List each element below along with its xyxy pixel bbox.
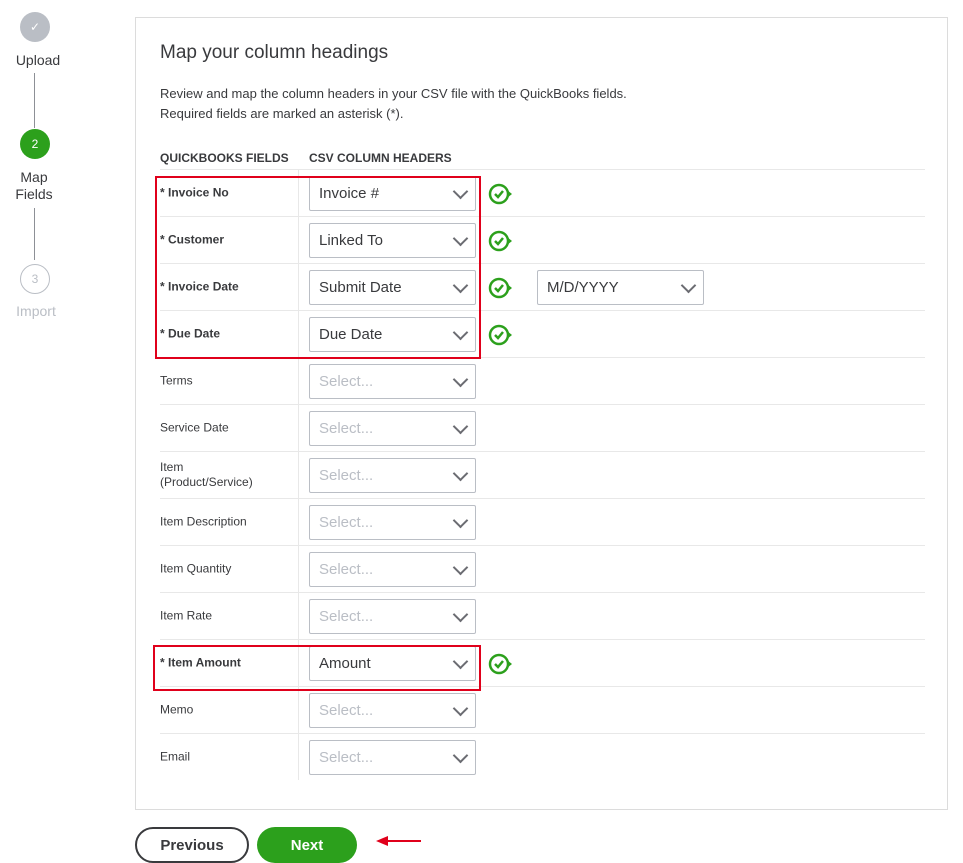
date-format-select[interactable]: M/D/YYYY <box>537 270 704 305</box>
item-amount-highlight <box>153 645 481 691</box>
description-line1: Review and map the column headers in you… <box>160 86 627 101</box>
mapping-row: Item Description Select... <box>160 498 925 545</box>
step-1-complete-icon: ✓ <box>20 12 50 42</box>
progress-stepper: ✓ Upload 2 Map Fields 3 Import <box>0 0 76 330</box>
mapped-check-icon <box>488 230 512 252</box>
chevron-down-icon <box>680 277 697 293</box>
step-connector <box>34 208 35 260</box>
mapping-row: Service Date Select... <box>160 404 925 451</box>
field-label: Item Quantity <box>160 561 232 576</box>
mapping-row: Email Select... <box>160 733 925 780</box>
select-value: Select... <box>319 514 374 531</box>
chevron-down-icon <box>452 606 469 622</box>
column-divider <box>298 687 299 733</box>
required-fields-highlight <box>155 176 481 359</box>
chevron-down-icon <box>452 371 469 387</box>
select-value: Select... <box>319 420 374 437</box>
select-value: Select... <box>319 749 374 766</box>
chevron-down-icon <box>452 747 469 763</box>
csv-column-select[interactable]: Select... <box>309 364 476 399</box>
date-format-value: M/D/YYYY <box>547 279 619 296</box>
step-3-label: Import <box>16 303 56 319</box>
csv-column-select[interactable]: Select... <box>309 740 476 775</box>
step-3-pending: 3 <box>20 264 50 294</box>
page-title: Map your column headings <box>160 42 389 63</box>
mapping-row: Memo Select... <box>160 686 925 733</box>
field-label: Service Date <box>160 420 229 435</box>
field-label: Memo <box>160 702 194 717</box>
mapped-check-icon <box>488 183 512 205</box>
step-1-label: Upload <box>15 52 61 68</box>
previous-button[interactable]: Previous <box>135 827 249 863</box>
mapped-check-icon <box>488 324 512 346</box>
column-divider <box>298 452 299 498</box>
field-label: Terms <box>160 373 193 388</box>
mapping-row: Terms Select... <box>160 357 925 404</box>
arrow-pointer-icon <box>376 836 421 846</box>
step-2-active: 2 <box>20 129 50 159</box>
step-2-label: Map Fields <box>0 169 72 203</box>
mapping-row: Item Quantity Select... <box>160 545 925 592</box>
description: Review and map the column headers in you… <box>160 84 780 124</box>
field-label: Email <box>160 749 191 764</box>
mapping-row: Item Rate Select... <box>160 592 925 639</box>
select-value: Select... <box>319 702 374 719</box>
csv-column-select[interactable]: Select... <box>309 693 476 728</box>
step-2-label-line1: Map <box>20 169 48 185</box>
mapped-check-icon <box>488 653 512 675</box>
mapped-check-icon <box>488 277 512 299</box>
csv-column-select[interactable]: Select... <box>309 505 476 540</box>
csv-column-select[interactable]: Select... <box>309 458 476 493</box>
field-label: Item (Product/Service) <box>160 460 290 490</box>
column-divider <box>298 405 299 451</box>
step-2-label-line2: Fields <box>15 186 53 202</box>
csv-column-select[interactable]: Select... <box>309 599 476 634</box>
chevron-down-icon <box>452 700 469 716</box>
column-header-quickbooks-fields: QUICKBOOKS FIELDS <box>160 151 289 165</box>
select-value: Select... <box>319 608 374 625</box>
next-button[interactable]: Next <box>257 827 357 863</box>
field-label: Item Rate <box>160 608 213 623</box>
column-divider <box>298 734 299 780</box>
column-divider <box>298 593 299 639</box>
select-value: Select... <box>319 561 374 578</box>
select-value: Select... <box>319 373 374 390</box>
column-divider <box>298 358 299 404</box>
column-header-csv: CSV COLUMN HEADERS <box>309 151 452 165</box>
chevron-down-icon <box>452 559 469 575</box>
chevron-down-icon <box>452 512 469 528</box>
step-connector <box>34 73 35 128</box>
chevron-down-icon <box>452 465 469 481</box>
csv-column-select[interactable]: Select... <box>309 411 476 446</box>
csv-column-select[interactable]: Select... <box>309 552 476 587</box>
description-line2: Required fields are marked an asterisk (… <box>160 106 404 121</box>
field-label-line2: (Product/Service) <box>160 475 253 489</box>
mapping-row: Item (Product/Service) Select... <box>160 451 925 498</box>
mapping-card: Map your column headings Review and map … <box>135 17 948 810</box>
chevron-down-icon <box>452 418 469 434</box>
column-divider <box>298 546 299 592</box>
field-label-line1: Item <box>160 460 184 474</box>
column-divider <box>298 499 299 545</box>
field-label: Item Description <box>160 514 247 529</box>
select-value: Select... <box>319 467 374 484</box>
